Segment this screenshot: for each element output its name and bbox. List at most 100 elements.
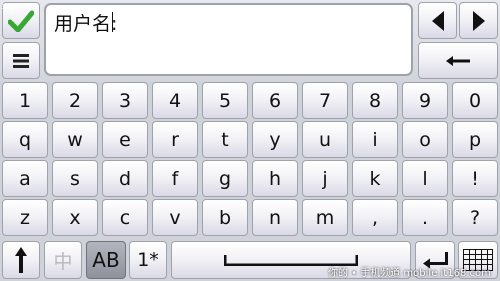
key-label: j bbox=[322, 167, 328, 190]
key-digits-8[interactable]: 9 bbox=[402, 82, 448, 119]
case-toggle-button[interactable]: AB bbox=[86, 241, 126, 279]
key-label: i bbox=[372, 128, 378, 151]
key-row2-5[interactable]: h bbox=[252, 160, 298, 197]
key-label: y bbox=[269, 128, 281, 151]
backspace-icon bbox=[446, 55, 470, 66]
key-label: 6 bbox=[268, 89, 282, 112]
key-label: m bbox=[315, 206, 335, 229]
key-label: t bbox=[221, 128, 229, 151]
key-label: ? bbox=[469, 206, 481, 229]
key-digits-0[interactable]: 1 bbox=[2, 82, 48, 119]
key-row2-7[interactable]: k bbox=[352, 160, 398, 197]
key-row2-2[interactable]: d bbox=[102, 160, 148, 197]
menu-button[interactable] bbox=[2, 42, 40, 79]
key-row2-8[interactable]: l bbox=[402, 160, 448, 197]
key-label: n bbox=[268, 206, 282, 229]
arrow-left-icon bbox=[431, 10, 444, 31]
text-caret bbox=[112, 12, 113, 32]
menu-icon bbox=[13, 53, 29, 68]
key-label: 4 bbox=[168, 89, 182, 112]
key-label: 0 bbox=[468, 89, 482, 112]
username-label: 用户名: bbox=[54, 13, 118, 35]
chinese-input-label: 中 bbox=[53, 250, 73, 273]
key-row1-9[interactable]: p bbox=[452, 121, 498, 158]
key-row1-5[interactable]: y bbox=[252, 121, 298, 158]
key-label: z bbox=[20, 206, 30, 229]
key-label: k bbox=[369, 167, 381, 190]
cursor-right-button[interactable] bbox=[459, 2, 498, 39]
key-label: x bbox=[69, 206, 81, 229]
key-label: ! bbox=[471, 167, 479, 190]
key-label: l bbox=[422, 167, 428, 190]
key-label: 2 bbox=[68, 89, 82, 112]
watermark-top-left: 手机 bbox=[1, 4, 20, 14]
key-row3-5[interactable]: n bbox=[252, 199, 298, 236]
key-label: g bbox=[218, 167, 232, 190]
key-row2-1[interactable]: s bbox=[52, 160, 98, 197]
key-row1-7[interactable]: i bbox=[352, 121, 398, 158]
key-row3-1[interactable]: x bbox=[52, 199, 98, 236]
key-row3-0[interactable]: z bbox=[2, 199, 48, 236]
key-label: 9 bbox=[418, 89, 432, 112]
key-row3-4[interactable]: b bbox=[202, 199, 248, 236]
key-row2-6[interactable]: j bbox=[302, 160, 348, 197]
key-label: , bbox=[371, 206, 379, 229]
key-label: 5 bbox=[218, 89, 232, 112]
key-label: 7 bbox=[318, 89, 332, 112]
key-digits-1[interactable]: 2 bbox=[52, 82, 98, 119]
key-label: r bbox=[171, 128, 179, 151]
key-row2-3[interactable]: f bbox=[152, 160, 198, 197]
key-row3-9[interactable]: ? bbox=[452, 199, 498, 236]
key-row3-7[interactable]: , bbox=[352, 199, 398, 236]
key-label: h bbox=[268, 167, 282, 190]
key-label: f bbox=[171, 167, 179, 190]
key-digits-4[interactable]: 5 bbox=[202, 82, 248, 119]
chinese-input-button[interactable]: 中 bbox=[44, 241, 82, 279]
key-label: p bbox=[468, 128, 482, 151]
key-row1-3[interactable]: r bbox=[152, 121, 198, 158]
key-label: w bbox=[67, 128, 83, 151]
cursor-left-button[interactable] bbox=[418, 2, 457, 39]
symbols-label: 1* bbox=[137, 249, 159, 271]
key-row1-0[interactable]: q bbox=[2, 121, 48, 158]
key-label: u bbox=[318, 128, 332, 151]
symbols-button[interactable]: 1* bbox=[129, 241, 167, 279]
shift-button[interactable] bbox=[2, 241, 40, 279]
key-digits-6[interactable]: 7 bbox=[302, 82, 348, 119]
key-label: e bbox=[119, 128, 131, 151]
key-label: o bbox=[419, 128, 431, 151]
key-label: a bbox=[19, 167, 31, 190]
watermark-bottom-right: 你的 • 手机频道 mobile.it168.com bbox=[328, 268, 491, 279]
key-row3-2[interactable]: c bbox=[102, 199, 148, 236]
key-digits-9[interactable]: 0 bbox=[452, 82, 498, 119]
key-row3-3[interactable]: v bbox=[152, 199, 198, 236]
key-digits-5[interactable]: 6 bbox=[252, 82, 298, 119]
key-label: c bbox=[119, 206, 131, 229]
key-row2-9[interactable]: ! bbox=[452, 160, 498, 197]
key-label: s bbox=[70, 167, 80, 190]
shift-up-icon bbox=[15, 247, 27, 273]
key-row1-6[interactable]: u bbox=[302, 121, 348, 158]
arrow-right-icon bbox=[472, 10, 485, 31]
key-label: v bbox=[169, 206, 181, 229]
key-digits-3[interactable]: 4 bbox=[152, 82, 198, 119]
username-field[interactable]: 用户名: bbox=[44, 3, 413, 76]
key-row2-0[interactable]: a bbox=[2, 160, 48, 197]
key-label: b bbox=[218, 206, 232, 229]
key-label: 1 bbox=[18, 89, 32, 112]
key-label: q bbox=[18, 128, 32, 151]
case-toggle-label: AB bbox=[92, 248, 120, 272]
key-row1-1[interactable]: w bbox=[52, 121, 98, 158]
key-label: 8 bbox=[368, 89, 382, 112]
backspace-button[interactable] bbox=[418, 42, 498, 79]
key-digits-7[interactable]: 8 bbox=[352, 82, 398, 119]
key-row2-4[interactable]: g bbox=[202, 160, 248, 197]
key-row1-8[interactable]: o bbox=[402, 121, 448, 158]
key-digits-2[interactable]: 3 bbox=[102, 82, 148, 119]
key-row1-2[interactable]: e bbox=[102, 121, 148, 158]
key-label: d bbox=[118, 167, 132, 190]
key-row3-6[interactable]: m bbox=[302, 199, 348, 236]
key-row1-4[interactable]: t bbox=[202, 121, 248, 158]
key-label: 3 bbox=[118, 89, 132, 112]
key-row3-8[interactable]: . bbox=[402, 199, 448, 236]
